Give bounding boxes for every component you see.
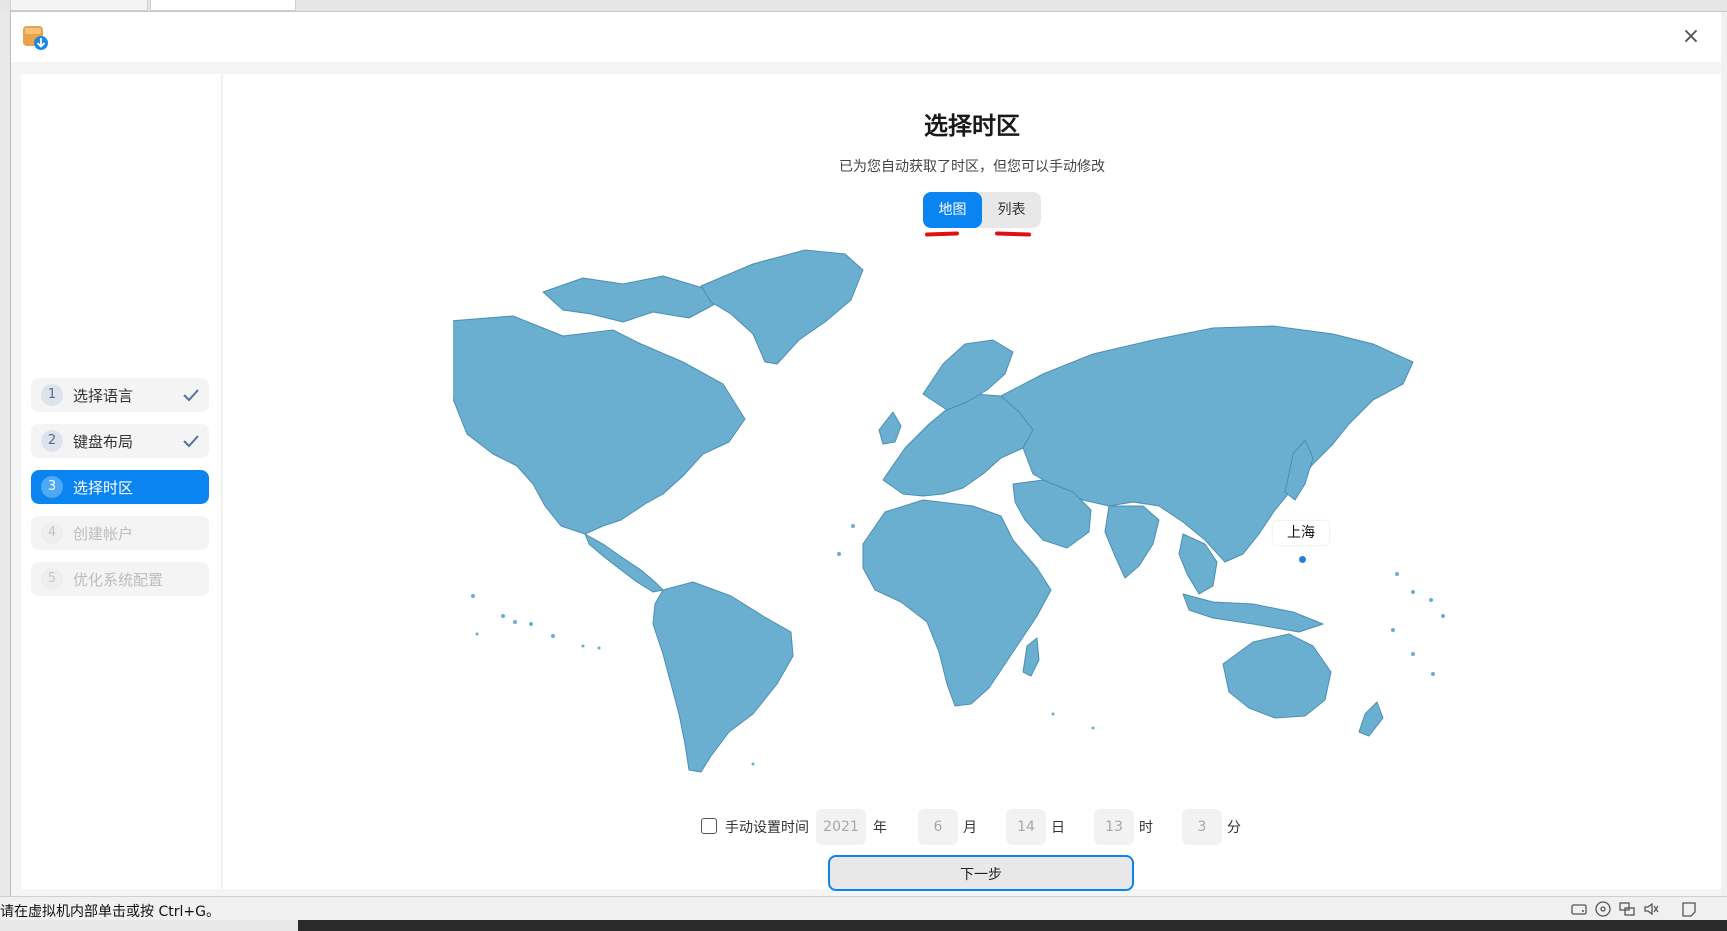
vm-statusbar: 请在虚拟机内部单击或按 Ctrl+G。 (0, 896, 1727, 921)
world-map[interactable] (453, 244, 1513, 774)
page-subtitle: 已为您自动获取了时区，但您可以手动修改 (839, 159, 1105, 175)
step-label: 选择时区 (73, 478, 134, 497)
manual-time-row: 手动设置时间 2021 年 6 月 14 日 13 时 3 分 (223, 809, 1721, 845)
month-unit: 月 (963, 820, 977, 836)
close-icon[interactable]: × (1679, 25, 1703, 49)
step-label: 键盘布局 (73, 432, 134, 451)
next-button[interactable]: 下一步 (828, 855, 1134, 891)
new-zealand-region (1358, 701, 1384, 737)
steps-sidebar: 1 选择语言 2 键盘布局 3 选择时区 4 创建帐户 5 优化系统配置 (21, 74, 222, 889)
view-toggle: 地图 列表 (923, 192, 1041, 228)
annotation-underline (924, 231, 960, 237)
hdd-icon[interactable] (1570, 900, 1588, 918)
sound-icon[interactable] (1642, 900, 1660, 918)
step-number: 5 (41, 568, 63, 590)
step-label: 选择语言 (73, 386, 134, 405)
central-america-region (584, 533, 664, 593)
minute-field[interactable]: 3 (1182, 809, 1222, 845)
page-title: 选择时区 (924, 112, 1020, 140)
day-field[interactable]: 14 (1006, 809, 1046, 845)
uk-region (878, 411, 902, 445)
selected-city-marker[interactable] (1299, 556, 1306, 563)
hour-field[interactable]: 13 (1094, 809, 1134, 845)
europe-region (882, 393, 1034, 497)
main-content: 选择时区 已为您自动获取了时区，但您可以手动修改 地图 列表 上海 手动设置时间… (223, 74, 1721, 891)
year-unit: 年 (873, 820, 887, 836)
step-number: 4 (41, 522, 63, 544)
indonesia-region (1182, 593, 1324, 633)
titlebar: × (11, 12, 1721, 62)
installer-window: × 1 选择语言 2 键盘布局 3 选择时区 4 创建帐户 5 优化系统配置 选… (11, 12, 1721, 896)
step-create-account: 4 创建帐户 (31, 516, 209, 550)
installer-app-icon (23, 26, 48, 50)
taskbar-edge (298, 920, 1727, 931)
step-number: 2 (41, 430, 63, 452)
step-label: 创建帐户 (73, 524, 134, 543)
step-keyboard-layout[interactable]: 2 键盘布局 (31, 424, 209, 458)
day-unit: 日 (1051, 820, 1065, 836)
tab-list[interactable]: 列表 (982, 192, 1041, 228)
host-tab-strip (0, 0, 1727, 12)
australia-region (1222, 633, 1332, 719)
month-field[interactable]: 6 (918, 809, 958, 845)
step-number: 1 (41, 384, 63, 406)
arctic-islands-region (542, 275, 716, 323)
host-left-edge (0, 11, 11, 896)
tab-map[interactable]: 地图 (923, 192, 982, 228)
manual-time-label: 手动设置时间 (725, 820, 809, 836)
north-america-region (453, 315, 746, 535)
message-icon[interactable] (1680, 900, 1698, 918)
step-number: 3 (41, 476, 63, 498)
cd-icon[interactable] (1594, 900, 1612, 918)
step-label: 优化系统配置 (73, 570, 164, 589)
status-message: 请在虚拟机内部单击或按 Ctrl+G。 (0, 904, 220, 920)
africa-region (862, 499, 1052, 707)
step-select-timezone[interactable]: 3 选择时区 (31, 470, 209, 504)
selected-city-label: 上海 (1273, 521, 1329, 545)
hour-unit: 时 (1139, 820, 1153, 836)
host-tab-active[interactable] (150, 0, 296, 11)
host-tab[interactable] (10, 0, 148, 11)
network-icon[interactable] (1618, 900, 1636, 918)
madagascar-region (1022, 637, 1040, 677)
india-region (1104, 505, 1160, 579)
south-america-region (652, 581, 794, 773)
checkmark-icon (183, 435, 199, 448)
annotation-underline (994, 231, 1032, 237)
checkmark-icon (183, 389, 199, 402)
manual-time-checkbox[interactable] (701, 818, 717, 834)
minute-unit: 分 (1227, 820, 1241, 836)
year-field[interactable]: 2021 (816, 809, 866, 845)
step-optimize-config: 5 优化系统配置 (31, 562, 209, 596)
greenland-region (700, 249, 864, 365)
step-select-language[interactable]: 1 选择语言 (31, 378, 209, 412)
